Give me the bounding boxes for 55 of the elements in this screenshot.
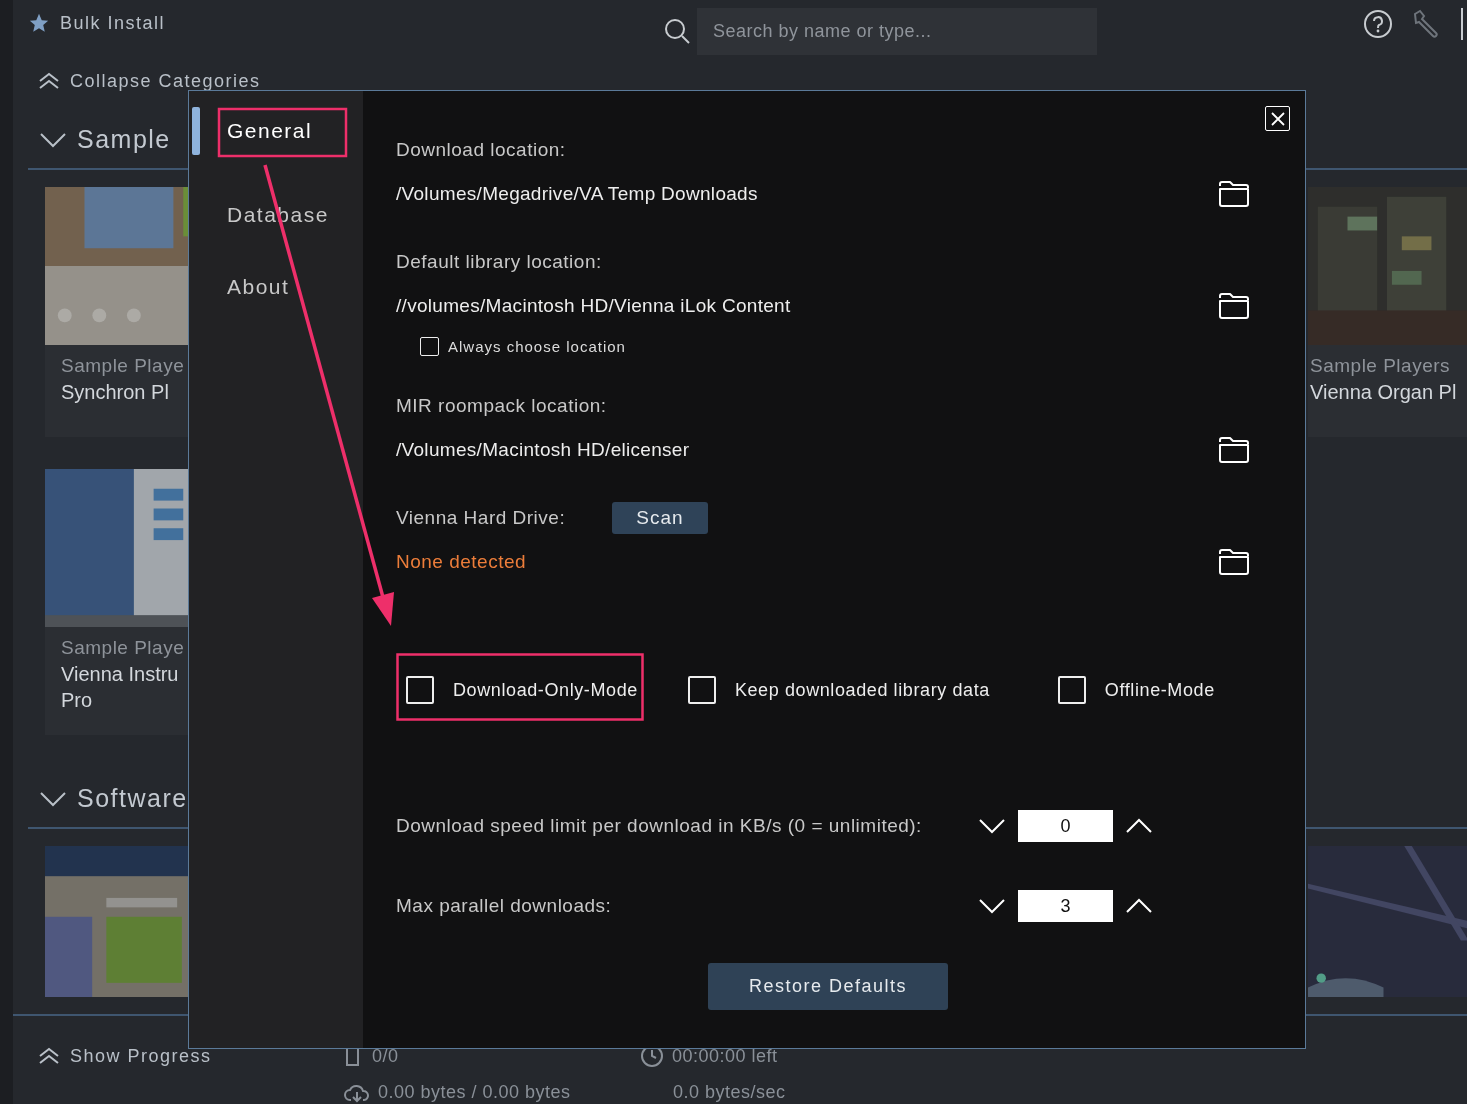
folder-icon[interactable]	[1218, 180, 1250, 208]
checkbox[interactable]	[420, 336, 439, 356]
card-title: Vienna Instru	[61, 662, 180, 687]
bytes-transferred: 0.00 bytes / 0.00 bytes	[378, 1082, 571, 1103]
folder-icon[interactable]	[1218, 548, 1250, 576]
card-title: Synchron Pl	[61, 380, 170, 405]
card-subtitle: Sample Playe	[61, 636, 186, 660]
checkbox[interactable]	[1057, 676, 1086, 704]
settings-tab[interactable]: General	[189, 119, 313, 143]
card-subtitle: Sample Playe	[61, 354, 186, 378]
settings-tab[interactable]: About	[189, 275, 290, 299]
card-subtitle: Sample Players	[1310, 354, 1452, 378]
cloud-download-icon	[344, 1082, 370, 1103]
checkbox[interactable]	[406, 676, 434, 704]
card-title: Vienna Organ Pl	[1310, 380, 1458, 405]
setting-label: Default library location:	[396, 250, 603, 274]
checkbox-label: Download-Only-Mode	[453, 679, 638, 701]
checkbox-label: Always choose location	[448, 337, 626, 355]
checkbox-label: Offline-Mode	[1104, 679, 1215, 701]
setting-label: Vienna Hard Drive:	[396, 506, 567, 530]
progress-count: 0/0	[372, 1045, 399, 1067]
restore-defaults-button[interactable]: Restore Defaults	[708, 963, 948, 1010]
transfer-rate: 0.0 bytes/sec	[673, 1082, 786, 1103]
star-icon	[28, 12, 50, 34]
collapse-categories-link[interactable]: Collapse Categories	[70, 70, 261, 92]
double-chevron-up-icon[interactable]	[38, 1047, 60, 1065]
checkbox[interactable]	[687, 676, 716, 704]
folder-path: //volumes/Macintosh HD/Vienna iLok Content	[396, 295, 791, 317]
number-field[interactable]: 3	[1018, 890, 1113, 922]
folder-path: /Volumes/Macintosh HD/elicenser	[396, 439, 690, 461]
drive-status: None detected	[396, 551, 527, 573]
show-progress-link[interactable]: Show Progress	[70, 1045, 212, 1067]
close-icon	[1270, 111, 1285, 126]
double-chevron-up-icon[interactable]	[38, 72, 60, 90]
decrease-button[interactable]	[978, 816, 1006, 836]
time-left: 00:00:00 left	[672, 1045, 778, 1067]
checkbox-label: Keep downloaded library data	[734, 679, 990, 701]
search-field[interactable]: Search by name or type...	[697, 7, 1097, 55]
scan-button[interactable]: Scan	[612, 502, 708, 534]
bulk-install-link[interactable]: Bulk Install	[60, 12, 166, 34]
help-icon[interactable]	[1363, 9, 1393, 39]
setting-label: MIR roompack location:	[396, 394, 608, 418]
folder-icon[interactable]	[1218, 292, 1250, 320]
setting-label: Max parallel downloads:	[396, 894, 613, 918]
setting-label: Download speed limit per download in KB/s (0 = unlimited):	[396, 814, 923, 838]
search-icon[interactable]	[663, 17, 691, 45]
folder-icon[interactable]	[1218, 436, 1250, 464]
category-title: Software	[77, 784, 188, 813]
setting-label: Download location:	[396, 138, 567, 162]
close-button[interactable]	[1265, 106, 1290, 131]
category-title: Sample	[77, 125, 171, 154]
decrease-button[interactable]	[978, 896, 1006, 916]
folder-path: /Volumes/Megadrive/VA Temp Downloads	[396, 183, 758, 205]
card-title: Pro	[61, 688, 94, 713]
number-field[interactable]: 0	[1018, 810, 1113, 842]
